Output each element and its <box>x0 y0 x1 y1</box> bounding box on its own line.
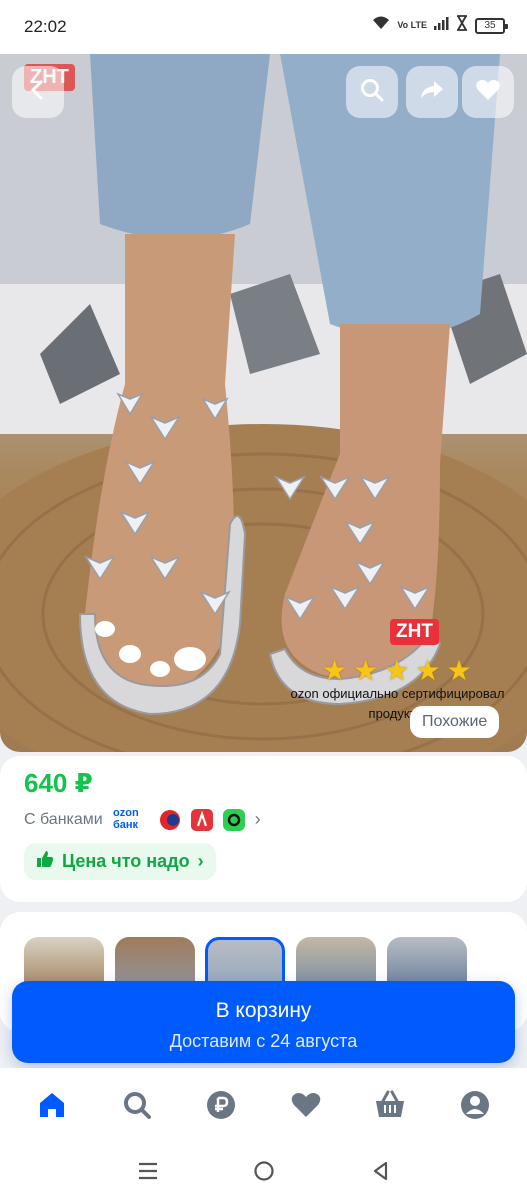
back-button[interactable] <box>12 66 64 118</box>
ozon-bank-logo: ozon банк <box>113 806 149 833</box>
heart-icon <box>290 1091 322 1124</box>
heart-icon <box>475 78 501 107</box>
bank-icon-red-blue <box>159 809 181 831</box>
price: 640 ₽ <box>24 768 93 798</box>
nav-cart[interactable] <box>360 1077 420 1137</box>
add-to-cart-button[interactable]: В корзину Доставим с 24 августа <box>12 981 515 1063</box>
star-icon: ★ <box>322 655 348 686</box>
star-icon: ★ <box>384 655 410 686</box>
product-photo-illustration <box>0 54 527 752</box>
ruble-icon <box>206 1090 236 1125</box>
chevron-right-icon: › <box>254 809 261 829</box>
home-icon <box>37 1091 67 1124</box>
signal-icon <box>433 15 449 36</box>
cart-button-title: В корзину <box>215 999 312 1022</box>
profile-icon <box>460 1090 490 1125</box>
back-triangle-icon[interactable] <box>370 1160 390 1187</box>
share-button[interactable] <box>406 66 458 118</box>
bank-icon-green <box>222 808 245 831</box>
star-icon: ★ <box>446 655 472 686</box>
search-icon <box>122 1090 152 1125</box>
nav-profile[interactable] <box>445 1077 505 1137</box>
delivery-date: Доставим с 24 августа <box>169 1031 358 1051</box>
home-circle-icon[interactable] <box>253 1160 275 1187</box>
search-icon <box>359 77 385 108</box>
bottom-navigation <box>0 1068 527 1146</box>
price-card: 640 ₽ С банками ozon банк › Цена что надо… <box>0 756 527 902</box>
nav-search[interactable] <box>107 1077 167 1137</box>
status-bar: 22:02 Vo LTE 35 <box>0 0 527 54</box>
star-icon: ★ <box>353 655 379 686</box>
arrow-left-icon <box>27 79 49 106</box>
favorite-button[interactable] <box>462 66 514 118</box>
recent-apps-icon[interactable] <box>137 1161 159 1186</box>
search-button[interactable] <box>346 66 398 118</box>
svg-text:банк: банк <box>113 819 139 830</box>
product-image[interactable]: ZHT ZHT ★ ★ ★ ★ ★ ozon официально сертиф… <box>0 54 527 752</box>
chevron-right-icon: › <box>197 851 204 871</box>
volte-label: Vo LTE <box>397 20 427 30</box>
thumbs-up-icon <box>36 850 54 873</box>
nav-favorites[interactable] <box>276 1077 336 1137</box>
status-icons: Vo LTE 35 <box>371 15 508 36</box>
hourglass-icon <box>455 15 469 36</box>
battery-indicator: 35 <box>475 17 508 34</box>
banks-label: С банками <box>24 810 103 828</box>
status-time: 22:02 <box>24 17 67 36</box>
star-icon: ★ <box>415 655 441 686</box>
basket-icon <box>374 1090 406 1125</box>
nav-finance[interactable] <box>191 1077 251 1137</box>
wifi-icon <box>371 15 391 36</box>
banks-row[interactable]: С банками ozon банк › <box>24 806 261 833</box>
price-promise-label: Цена что надо <box>62 851 190 871</box>
price-promise-badge[interactable]: Цена что надо › <box>24 843 216 880</box>
bank-icon-red <box>190 808 213 831</box>
system-navigation-bar <box>0 1146 527 1200</box>
nav-home[interactable] <box>22 1077 82 1137</box>
similar-button[interactable]: Похожие <box>410 706 500 738</box>
brand-tag-bottom: ZHT <box>390 619 439 645</box>
share-icon <box>419 77 445 108</box>
rating-stars: ★ ★ ★ ★ ★ <box>322 654 472 687</box>
svg-text:ozon: ozon <box>113 807 139 819</box>
